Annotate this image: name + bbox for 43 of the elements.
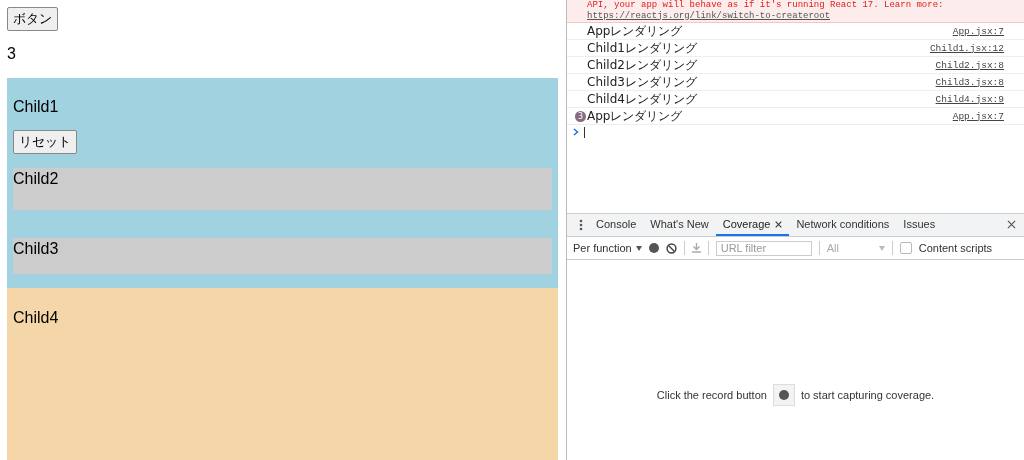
child1-title: Child1: [13, 98, 60, 116]
child3-panel: Child3: [13, 238, 552, 274]
child4-panel: Child4: [7, 288, 558, 460]
log-message: Child1レンダリング: [587, 41, 697, 55]
log-message: Appレンダリング: [587, 109, 683, 123]
child2-panel: Child2: [13, 168, 552, 210]
error-link[interactable]: https://reactjs.org/link/switch-to-createroot: [587, 10, 831, 21]
empty-message-text: to start capturing coverage.: [800, 389, 935, 401]
empty-message-text: Click the record button: [656, 389, 767, 401]
record-icon[interactable]: [648, 243, 659, 253]
text-cursor: [584, 126, 585, 138]
checkbox-label: Content scripts: [918, 242, 993, 254]
clear-icon[interactable]: [665, 242, 677, 254]
drawer-tab[interactable]: Console: [589, 214, 644, 236]
source-link[interactable]: Child3.jsx:8: [935, 76, 1004, 88]
page-button[interactable]: ボタン: [7, 7, 58, 31]
caret-icon: [635, 245, 642, 251]
drawer-tab[interactable]: Issues: [896, 214, 943, 236]
reset-button[interactable]: リセット: [13, 130, 77, 154]
caret-icon: [878, 245, 885, 251]
drawer-tab[interactable]: Network conditions: [789, 214, 897, 236]
log-message: Child3レンダリング: [587, 75, 697, 89]
log-message: Child4レンダリング: [587, 92, 697, 106]
source-link[interactable]: Child1.jsx:12: [929, 42, 1004, 54]
source-link[interactable]: Child2.jsx:8: [935, 59, 1004, 71]
close-icon[interactable]: [775, 220, 783, 228]
drawer-tab[interactable]: What's New: [643, 214, 716, 236]
error-message: API, your app will behave as if it's running React 17. Learn more:: [587, 0, 944, 11]
record-button[interactable]: [772, 384, 795, 406]
log-message: Appレンダリング: [587, 24, 683, 38]
log-message: Child2レンダリング: [587, 58, 697, 72]
checkbox[interactable]: [899, 242, 912, 254]
mode-dropdown[interactable]: Per function: [573, 242, 642, 254]
counter-text: 3: [7, 45, 17, 63]
source-link[interactable]: App.jsx:7: [952, 110, 1004, 122]
prompt-chevron-icon: [573, 128, 579, 136]
close-icon[interactable]: [1007, 220, 1016, 229]
drawer-tab[interactable]: Coverage: [715, 214, 790, 236]
record-icon: [778, 390, 789, 400]
repeat-count-badge: 3: [575, 110, 586, 122]
source-link[interactable]: App.jsx:7: [952, 25, 1004, 37]
url-filter-field[interactable]: URL filter: [715, 240, 812, 256]
source-link[interactable]: Child4.jsx:9: [935, 93, 1004, 105]
